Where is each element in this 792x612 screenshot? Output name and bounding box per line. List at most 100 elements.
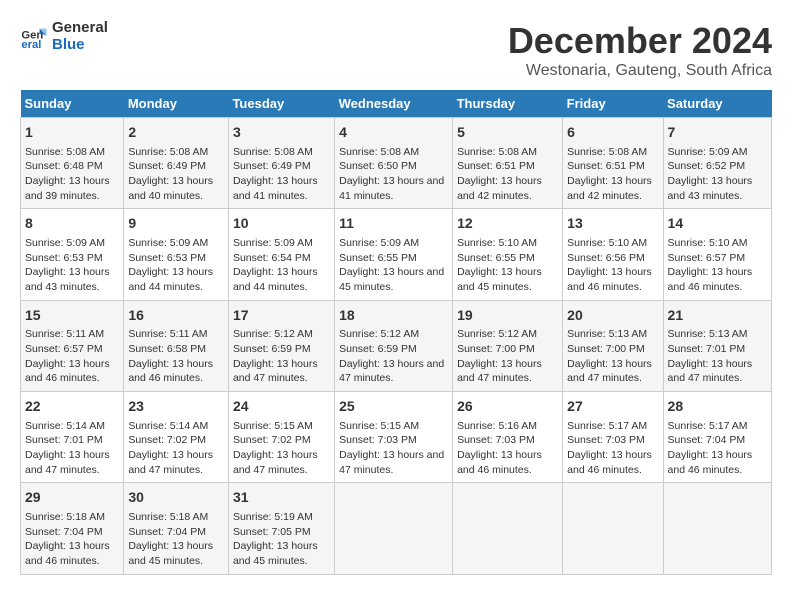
calendar-cell [453,483,563,574]
sunset: Sunset: 7:02 PM [233,434,311,446]
sunrise: Sunrise: 5:11 AM [128,328,207,340]
daylight: Daylight: 13 hours and 46 minutes. [25,358,110,385]
calendar-cell: 27Sunrise: 5:17 AMSunset: 7:03 PMDayligh… [563,392,663,483]
day-number: 26 [457,397,558,417]
day-number: 12 [457,214,558,234]
day-number: 1 [25,123,119,143]
daylight: Daylight: 13 hours and 47 minutes. [339,358,444,385]
sunset: Sunset: 6:51 PM [567,160,645,172]
calendar-cell: 12Sunrise: 5:10 AMSunset: 6:55 PMDayligh… [453,209,563,300]
daylight: Daylight: 13 hours and 39 minutes. [25,175,110,202]
calendar-cell: 7Sunrise: 5:09 AMSunset: 6:52 PMDaylight… [663,118,771,209]
logo-icon: Gen eral [20,23,48,51]
sunrise: Sunrise: 5:09 AM [339,237,419,249]
day-number: 9 [128,214,224,234]
daylight: Daylight: 13 hours and 47 minutes. [339,449,444,476]
calendar-cell: 11 Sunrise: 5:09 AM Sunset: 6:55 PM Dayligh… [335,209,453,300]
day-number: 31 [233,488,330,508]
sunset: Sunset: 6:55 PM [339,252,417,264]
week-row-2: 8Sunrise: 5:09 AMSunset: 6:53 PMDaylight… [21,209,772,300]
calendar-cell: 6Sunrise: 5:08 AMSunset: 6:51 PMDaylight… [563,118,663,209]
daylight: Daylight: 13 hours and 46 minutes. [668,449,753,476]
sunrise: Sunrise: 5:14 AM [25,420,105,432]
sunset: Sunset: 6:49 PM [128,160,206,172]
daylight: Daylight: 13 hours and 45 minutes. [233,540,318,567]
sunset: Sunset: 6:57 PM [668,252,746,264]
daylight: Daylight: 13 hours and 47 minutes. [233,449,318,476]
day-number: 4 [339,123,448,143]
day-number: 10 [233,214,330,234]
calendar-cell: 9Sunrise: 5:09 AMSunset: 6:53 PMDaylight… [124,209,229,300]
sunset: Sunset: 7:01 PM [668,343,746,355]
week-row-1: 1 Sunrise: 5:08 AM Sunset: 6:48 PM Daylight… [21,118,772,209]
sunset: Sunset: 7:00 PM [457,343,535,355]
day-number: 20 [567,306,658,326]
svg-text:eral: eral [21,39,41,51]
daylight: Daylight: 13 hours and 45 minutes. [457,266,542,293]
calendar-cell: 29Sunrise: 5:18 AMSunset: 7:04 PMDayligh… [21,483,124,574]
sunrise: Sunrise: 5:08 AM [339,146,419,158]
sunrise: Sunrise: 5:17 AM [668,420,748,432]
calendar-cell: 21Sunrise: 5:13 AMSunset: 7:01 PMDayligh… [663,300,771,391]
daylight: Daylight: 13 hours and 41 minutes. [339,175,444,202]
daylight: Daylight: 13 hours and 46 minutes. [668,266,753,293]
day-number: 19 [457,306,558,326]
calendar-cell: 3Sunrise: 5:08 AMSunset: 6:49 PMDaylight… [228,118,334,209]
day-number: 2 [128,123,224,143]
day-number: 11 [339,214,448,234]
sunrise: Sunrise: 5:17 AM [567,420,647,432]
sunrise: Sunrise: 5:13 AM [668,328,748,340]
calendar-cell: 22Sunrise: 5:14 AMSunset: 7:01 PMDayligh… [21,392,124,483]
day-number: 7 [668,123,767,143]
calendar-cell: 20Sunrise: 5:13 AMSunset: 7:00 PMDayligh… [563,300,663,391]
calendar-cell: 1Sunrise: 5:08 AMSunset: 6:48 PMDaylight… [21,118,124,209]
calendar-cell: 24Sunrise: 5:15 AMSunset: 7:02 PMDayligh… [228,392,334,483]
sunset: Sunset: 6:48 PM [25,160,103,172]
week-row-3: 15Sunrise: 5:11 AMSunset: 6:57 PMDayligh… [21,300,772,391]
sunrise: Sunrise: 5:12 AM [457,328,537,340]
day-number: 28 [668,397,767,417]
sunset: Sunset: 7:03 PM [339,434,417,446]
daylight: Daylight: 13 hours and 44 minutes. [128,266,213,293]
sunrise: Sunrise: 5:10 AM [668,237,748,249]
calendar-cell: 19Sunrise: 5:12 AMSunset: 7:00 PMDayligh… [453,300,563,391]
sunrise: Sunrise: 5:13 AM [567,328,647,340]
sunrise: Sunrise: 5:19 AM [233,511,313,523]
day-number: 5 [457,123,558,143]
sunset: Sunset: 6:56 PM [567,252,645,264]
sunset: Sunset: 6:50 PM [339,160,417,172]
sunrise: Sunrise: 5:18 AM [128,511,208,523]
daylight: Daylight: 13 hours and 43 minutes. [668,175,753,202]
column-header-sunday: Sunday [21,90,124,118]
day-number: 23 [128,397,224,417]
daylight: Daylight: 13 hours and 44 minutes. [233,266,318,293]
sunset: Sunset: 6:54 PM [233,252,311,264]
daylight: Daylight: 13 hours and 47 minutes. [233,358,318,385]
sunrise: Sunrise: 5:09 AM [128,237,208,249]
day-number: 30 [128,488,224,508]
daylight: Daylight: 13 hours and 47 minutes. [25,449,110,476]
day-number: 18 [339,306,448,326]
column-header-wednesday: Wednesday [335,90,453,118]
daylight: Daylight: 13 hours and 47 minutes. [668,358,753,385]
sunrise: Sunrise: 5:09 AM [25,237,105,249]
column-header-saturday: Saturday [663,90,771,118]
daylight: Daylight: 13 hours and 46 minutes. [25,540,110,567]
day-number: 13 [567,214,658,234]
daylight: Daylight: 13 hours and 45 minutes. [339,266,444,293]
sunrise: Sunrise: 5:12 AM [233,328,313,340]
daylight: Daylight: 13 hours and 42 minutes. [457,175,542,202]
calendar-cell: 25Sunrise: 5:15 AMSunset: 7:03 PMDayligh… [335,392,453,483]
sunset: Sunset: 7:05 PM [233,526,311,538]
logo-general: General [52,20,108,37]
header: Gen eral General Blue December 2024 West… [20,20,772,80]
calendar-cell: 10Sunrise: 5:09 AMSunset: 6:54 PMDayligh… [228,209,334,300]
calendar-cell: 13Sunrise: 5:10 AMSunset: 6:56 PMDayligh… [563,209,663,300]
day-number: 24 [233,397,330,417]
sunset: Sunset: 7:01 PM [25,434,103,446]
day-number: 14 [668,214,767,234]
calendar-cell: 26Sunrise: 5:16 AMSunset: 7:03 PMDayligh… [453,392,563,483]
daylight: Daylight: 13 hours and 46 minutes. [567,266,652,293]
calendar-cell: 18Sunrise: 5:12 AMSunset: 6:59 PMDayligh… [335,300,453,391]
day-number: 6 [567,123,658,143]
